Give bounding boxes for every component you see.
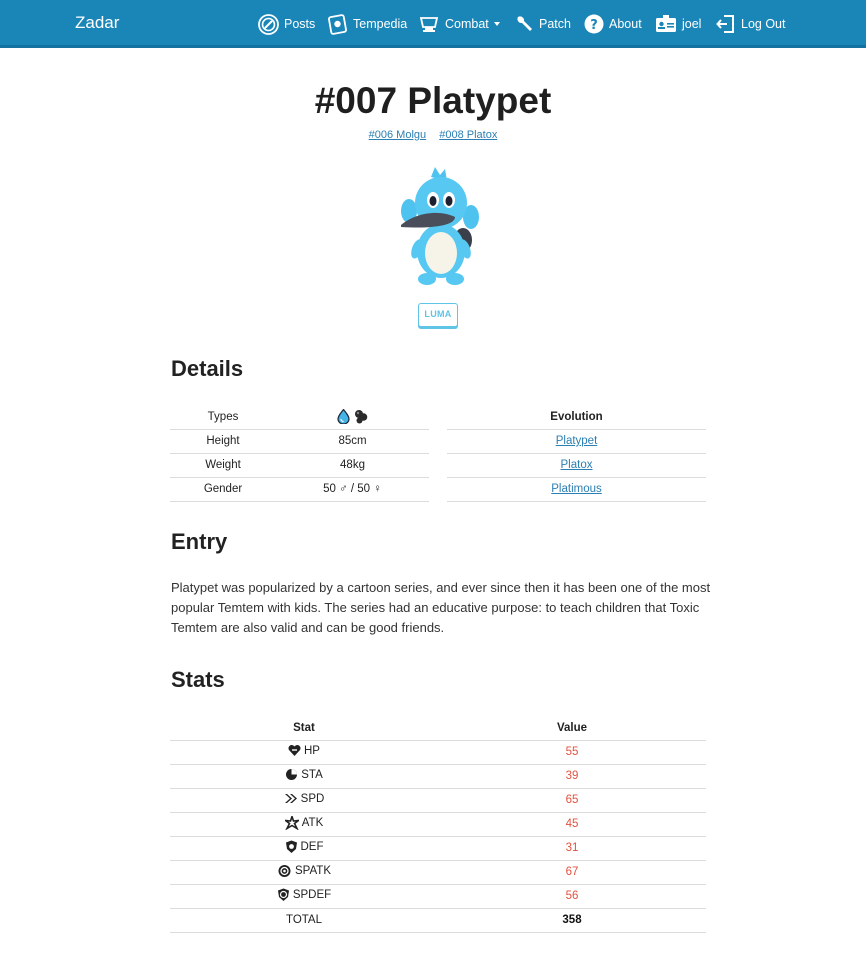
logout-icon: [716, 14, 736, 34]
evolution-link[interactable]: Platypet: [556, 435, 598, 447]
stat-value: 67: [438, 860, 706, 885]
temtem-sprite: [401, 167, 479, 285]
stat-name: SPD: [300, 792, 325, 805]
table-row: Height 85cm: [170, 429, 429, 454]
top-navbar: Zadar Posts Tempedia Combat Patch ? Abou…: [0, 0, 866, 48]
evolution-table: Evolution Platypet Platox Platimous: [447, 405, 706, 502]
spatk-icon: [278, 864, 291, 877]
nav-combat-dropdown[interactable]: Combat: [418, 12, 500, 36]
svg-text:?: ?: [590, 18, 598, 33]
table-row: Platimous: [447, 477, 706, 502]
stat-name: ATK: [301, 816, 324, 829]
details-weight-label: Weight: [170, 453, 276, 478]
def-icon: [285, 840, 297, 853]
table-row: Platypet: [447, 429, 706, 454]
nav-tempedia[interactable]: Tempedia: [327, 12, 407, 36]
details-weight-value: 48kg: [276, 453, 429, 478]
nav-logout[interactable]: Log Out: [716, 12, 785, 36]
wrench-icon: [514, 14, 534, 34]
details-height-value: 85cm: [276, 429, 429, 454]
stat-name: HP: [304, 744, 320, 757]
entry-text: Platypet was popularized by a cartoon se…: [171, 580, 711, 635]
id-card-icon: [655, 14, 677, 34]
water-type-icon: [337, 409, 350, 425]
tempedia-icon: [327, 13, 348, 35]
spdef-icon: [277, 888, 289, 901]
table-row: Weight 48kg: [170, 453, 429, 478]
stats-total-label: TOTAL: [170, 908, 438, 933]
evolution-link[interactable]: Platimous: [551, 483, 602, 495]
sta-icon: [286, 769, 298, 780]
stat-name: DEF: [300, 840, 324, 853]
question-icon: ?: [584, 14, 604, 34]
table-row: HP 55: [170, 740, 706, 765]
nav-posts[interactable]: Posts: [258, 12, 315, 36]
evolution-header: Evolution: [447, 405, 706, 430]
atk-icon: [284, 815, 299, 830]
hp-icon: [288, 744, 301, 756]
nav-patch[interactable]: Patch: [514, 12, 571, 36]
stats-heading: Stats: [171, 667, 225, 692]
table-row: TOTAL 358: [170, 908, 706, 933]
entry-heading: Entry: [171, 529, 228, 554]
stat-value: 45: [438, 812, 706, 837]
neighbor-links: #006 Molgu #008 Platox: [0, 129, 866, 141]
posts-icon: [258, 13, 279, 35]
table-row: Evolution: [447, 405, 706, 430]
details-table: Types Height 85cm Weight 48kg Gender 50 …: [170, 405, 429, 502]
nav-patch-label: Patch: [539, 17, 571, 31]
table-row: Stat Value: [170, 716, 706, 741]
details-height-label: Height: [170, 429, 276, 454]
nav-profile[interactable]: joel: [655, 12, 701, 36]
luma-toggle-button[interactable]: LUMA: [418, 303, 458, 327]
chevron-down-icon: [493, 22, 500, 26]
stat-value: 56: [438, 884, 706, 909]
stats-total-value: 358: [438, 908, 706, 933]
stat-name: STA: [301, 768, 323, 781]
stat-value: 65: [438, 788, 706, 813]
nav-logout-label: Log Out: [741, 17, 786, 31]
details-gender-label: Gender: [170, 477, 276, 502]
nav-combat-label: Combat: [445, 17, 489, 31]
stat-value: 39: [438, 764, 706, 789]
toxic-type-icon: [355, 410, 368, 424]
table-row: Gender 50 ♂ / 50 ♀: [170, 477, 429, 502]
stats-col-value: Value: [438, 716, 706, 741]
brand-link[interactable]: Zadar: [75, 13, 119, 33]
details-types-label: Types: [170, 405, 276, 430]
stat-value: 31: [438, 836, 706, 861]
table-row: SPDEF 56: [170, 884, 706, 909]
table-row: DEF 31: [170, 836, 706, 861]
nav-about-label: About: [609, 17, 642, 31]
table-row: STA 39: [170, 764, 706, 789]
stat-value: 55: [438, 740, 706, 765]
spd-icon: [284, 794, 297, 803]
nav-tempedia-label: Tempedia: [353, 17, 408, 31]
stats-col-stat: Stat: [170, 716, 438, 741]
stat-name: SPATK: [295, 864, 331, 877]
details-heading: Details: [171, 356, 244, 381]
combat-icon: [418, 14, 440, 34]
table-row: SPATK 67: [170, 860, 706, 885]
page-title: #007 Platypet: [314, 80, 552, 121]
evolution-link[interactable]: Platox: [561, 459, 593, 471]
nav-profile-label: joel: [682, 17, 702, 31]
stats-table: Stat Value HP 55 STA 39 SPD 65 ATK 45 DE…: [170, 716, 706, 933]
next-temtem-link[interactable]: #008 Platox: [439, 129, 497, 141]
prev-temtem-link[interactable]: #006 Molgu: [369, 129, 427, 141]
table-row: Types: [170, 405, 429, 430]
table-row: SPD 65: [170, 788, 706, 813]
nav-about[interactable]: ? About: [584, 12, 642, 36]
details-gender-value: 50 ♂ / 50 ♀: [276, 477, 429, 502]
details-types-value: [276, 405, 429, 430]
table-row: ATK 45: [170, 812, 706, 837]
stat-name: SPDEF: [292, 888, 332, 901]
nav-posts-label: Posts: [284, 17, 316, 31]
table-row: Platox: [447, 453, 706, 478]
